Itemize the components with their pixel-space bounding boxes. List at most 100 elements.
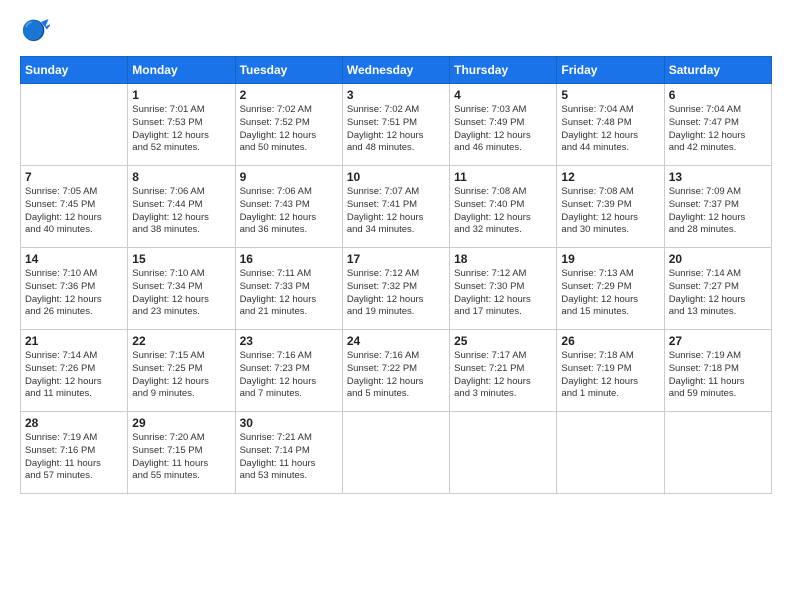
day-info: Sunrise: 7:15 AM Sunset: 7:25 PM Dayligh… [132,350,230,401]
day-number: 26 [561,334,659,348]
day-info: Sunrise: 7:02 AM Sunset: 7:52 PM Dayligh… [240,104,338,155]
calendar-cell: 16Sunrise: 7:11 AM Sunset: 7:33 PM Dayli… [235,248,342,330]
day-info: Sunrise: 7:05 AM Sunset: 7:45 PM Dayligh… [25,186,123,237]
day-info: Sunrise: 7:02 AM Sunset: 7:51 PM Dayligh… [347,104,445,155]
logo-icon: 🔵 [20,16,50,46]
calendar-cell: 30 Sunrise: 7:21 AM Sunset: 7:14 PM Dayli… [235,412,342,494]
calendar-cell: 8 Sunrise: 7:06 AM Sunset: 7:44 PM Daylig… [128,166,235,248]
calendar-cell: 2Sunrise: 7:02 AM Sunset: 7:52 PM Daylig… [235,84,342,166]
day-info: Sunrise: 7:08 AM Sunset: 7:40 PM Dayligh… [454,186,552,237]
day-number: 18 [454,252,552,266]
calendar-cell: 5 Sunrise: 7:04 AM Sunset: 7:48 PM Daylig… [557,84,664,166]
weekday-header: Monday [128,57,235,84]
calendar-cell [450,412,557,494]
calendar-cell: 28 Sunrise: 7:19 AM Sunset: 7:16 PM Dayli… [21,412,128,494]
day-number: 30 [240,416,338,430]
day-number: 20 [669,252,767,266]
calendar-cell: 23 Sunrise: 7:16 AM Sunset: 7:23 PM Dayli… [235,330,342,412]
day-number: 5 [561,88,659,102]
day-number: 6 [669,88,767,102]
calendar-cell: 6Sunrise: 7:04 AM Sunset: 7:47 PM Daylig… [664,84,771,166]
calendar-cell [557,412,664,494]
day-info: Sunrise: 7:06 AM Sunset: 7:43 PM Dayligh… [240,186,338,237]
day-info: Sunrise: 7:17 AM Sunset: 7:21 PM Dayligh… [454,350,552,401]
day-info: Sunrise: 7:20 AM Sunset: 7:15 PM Dayligh… [132,432,230,483]
day-number: 11 [454,170,552,184]
calendar-table: SundayMondayTuesdayWednesdayThursdayFrid… [20,56,772,494]
day-number: 29 [132,416,230,430]
day-info: Sunrise: 7:10 AM Sunset: 7:34 PM Dayligh… [132,268,230,319]
day-info: Sunrise: 7:09 AM Sunset: 7:37 PM Dayligh… [669,186,767,237]
day-info: Sunrise: 7:16 AM Sunset: 7:23 PM Dayligh… [240,350,338,401]
calendar-week-row: 14 Sunrise: 7:10 AM Sunset: 7:36 PM Dayli… [21,248,772,330]
day-number: 9 [240,170,338,184]
day-number: 27 [669,334,767,348]
logo: 🔵 [20,16,54,46]
weekday-header: Saturday [664,57,771,84]
page: 🔵 SundayMondayTuesdayWednesdayThursdayFr… [0,0,792,612]
calendar-cell: 22 Sunrise: 7:15 AM Sunset: 7:25 PM Dayli… [128,330,235,412]
weekday-header: Wednesday [342,57,449,84]
day-info: Sunrise: 7:01 AM Sunset: 7:53 PM Dayligh… [132,104,230,155]
day-info: Sunrise: 7:19 AM Sunset: 7:18 PM Dayligh… [669,350,767,401]
calendar-cell [664,412,771,494]
calendar-cell [342,412,449,494]
calendar-cell: 4 Sunrise: 7:03 AM Sunset: 7:49 PM Daylig… [450,84,557,166]
day-info: Sunrise: 7:12 AM Sunset: 7:32 PM Dayligh… [347,268,445,319]
day-info: Sunrise: 7:18 AM Sunset: 7:19 PM Dayligh… [561,350,659,401]
day-number: 19 [561,252,659,266]
day-number: 3 [347,88,445,102]
calendar-cell: 9 Sunrise: 7:06 AM Sunset: 7:43 PM Daylig… [235,166,342,248]
calendar-cell: 3 Sunrise: 7:02 AM Sunset: 7:51 PM Daylig… [342,84,449,166]
day-number: 7 [25,170,123,184]
day-info: Sunrise: 7:13 AM Sunset: 7:29 PM Dayligh… [561,268,659,319]
calendar-cell: 11 Sunrise: 7:08 AM Sunset: 7:40 PM Dayli… [450,166,557,248]
day-info: Sunrise: 7:14 AM Sunset: 7:27 PM Dayligh… [669,268,767,319]
day-number: 23 [240,334,338,348]
day-number: 28 [25,416,123,430]
calendar-cell: 19 Sunrise: 7:13 AM Sunset: 7:29 PM Dayli… [557,248,664,330]
day-info: Sunrise: 7:11 AM Sunset: 7:33 PM Dayligh… [240,268,338,319]
calendar-cell: 25 Sunrise: 7:17 AM Sunset: 7:21 PM Dayli… [450,330,557,412]
weekday-header: Sunday [21,57,128,84]
day-info: Sunrise: 7:04 AM Sunset: 7:48 PM Dayligh… [561,104,659,155]
day-number: 1 [132,88,230,102]
day-number: 22 [132,334,230,348]
calendar-cell: 10Sunrise: 7:07 AM Sunset: 7:41 PM Dayli… [342,166,449,248]
weekday-header: Thursday [450,57,557,84]
calendar-cell: 20 Sunrise: 7:14 AM Sunset: 7:27 PM Dayli… [664,248,771,330]
calendar-cell: 13 Sunrise: 7:09 AM Sunset: 7:37 PM Dayli… [664,166,771,248]
day-number: 25 [454,334,552,348]
calendar-cell: 14 Sunrise: 7:10 AM Sunset: 7:36 PM Dayli… [21,248,128,330]
day-number: 14 [25,252,123,266]
day-info: Sunrise: 7:21 AM Sunset: 7:14 PM Dayligh… [240,432,338,483]
day-info: Sunrise: 7:19 AM Sunset: 7:16 PM Dayligh… [25,432,123,483]
day-info: Sunrise: 7:06 AM Sunset: 7:44 PM Dayligh… [132,186,230,237]
day-number: 8 [132,170,230,184]
calendar-week-row: 21 Sunrise: 7:14 AM Sunset: 7:26 PM Dayli… [21,330,772,412]
day-number: 10 [347,170,445,184]
day-number: 15 [132,252,230,266]
day-info: Sunrise: 7:10 AM Sunset: 7:36 PM Dayligh… [25,268,123,319]
calendar-cell: 18Sunrise: 7:12 AM Sunset: 7:30 PM Dayli… [450,248,557,330]
header: 🔵 [20,16,772,46]
weekday-header: Friday [557,57,664,84]
weekday-header: Tuesday [235,57,342,84]
calendar-cell [21,84,128,166]
day-number: 4 [454,88,552,102]
calendar-cell: 1 Sunrise: 7:01 AM Sunset: 7:53 PM Daylig… [128,84,235,166]
calendar-cell: 27 Sunrise: 7:19 AM Sunset: 7:18 PM Dayli… [664,330,771,412]
day-info: Sunrise: 7:03 AM Sunset: 7:49 PM Dayligh… [454,104,552,155]
calendar-week-row: 1 Sunrise: 7:01 AM Sunset: 7:53 PM Daylig… [21,84,772,166]
calendar-cell: 26 Sunrise: 7:18 AM Sunset: 7:19 PM Dayli… [557,330,664,412]
calendar-week-row: 7 Sunrise: 7:05 AM Sunset: 7:45 PM Daylig… [21,166,772,248]
day-number: 12 [561,170,659,184]
calendar-cell: 12Sunrise: 7:08 AM Sunset: 7:39 PM Dayli… [557,166,664,248]
day-info: Sunrise: 7:14 AM Sunset: 7:26 PM Dayligh… [25,350,123,401]
day-number: 21 [25,334,123,348]
day-number: 13 [669,170,767,184]
calendar-cell: 7 Sunrise: 7:05 AM Sunset: 7:45 PM Daylig… [21,166,128,248]
day-number: 24 [347,334,445,348]
day-info: Sunrise: 7:16 AM Sunset: 7:22 PM Dayligh… [347,350,445,401]
calendar-header-row: SundayMondayTuesdayWednesdayThursdayFrid… [21,57,772,84]
